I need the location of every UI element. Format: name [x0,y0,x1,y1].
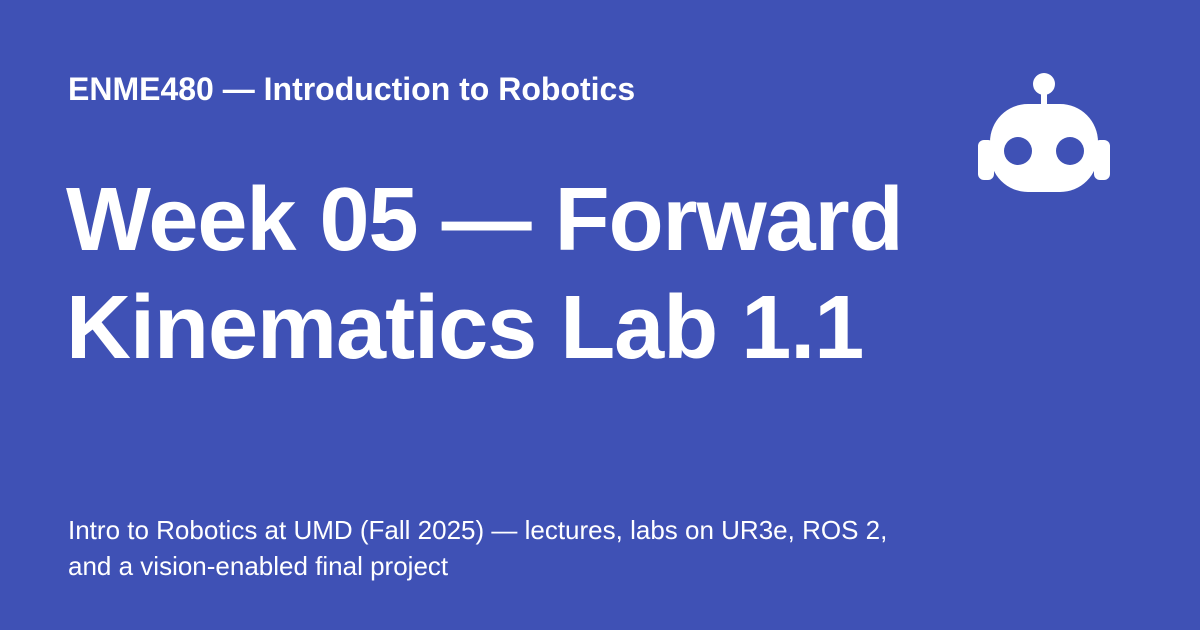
robot-icon [978,73,1110,192]
page-description: Intro to Robotics at UMD (Fall 2025) — l… [68,515,888,581]
social-preview-card: ENME480 — Introduction to Robotics Week … [0,0,1200,630]
course-label: ENME480 — Introduction to Robotics [68,71,636,107]
page-title: Week 05 — Forward Kinematics Lab 1.1 [66,170,904,378]
